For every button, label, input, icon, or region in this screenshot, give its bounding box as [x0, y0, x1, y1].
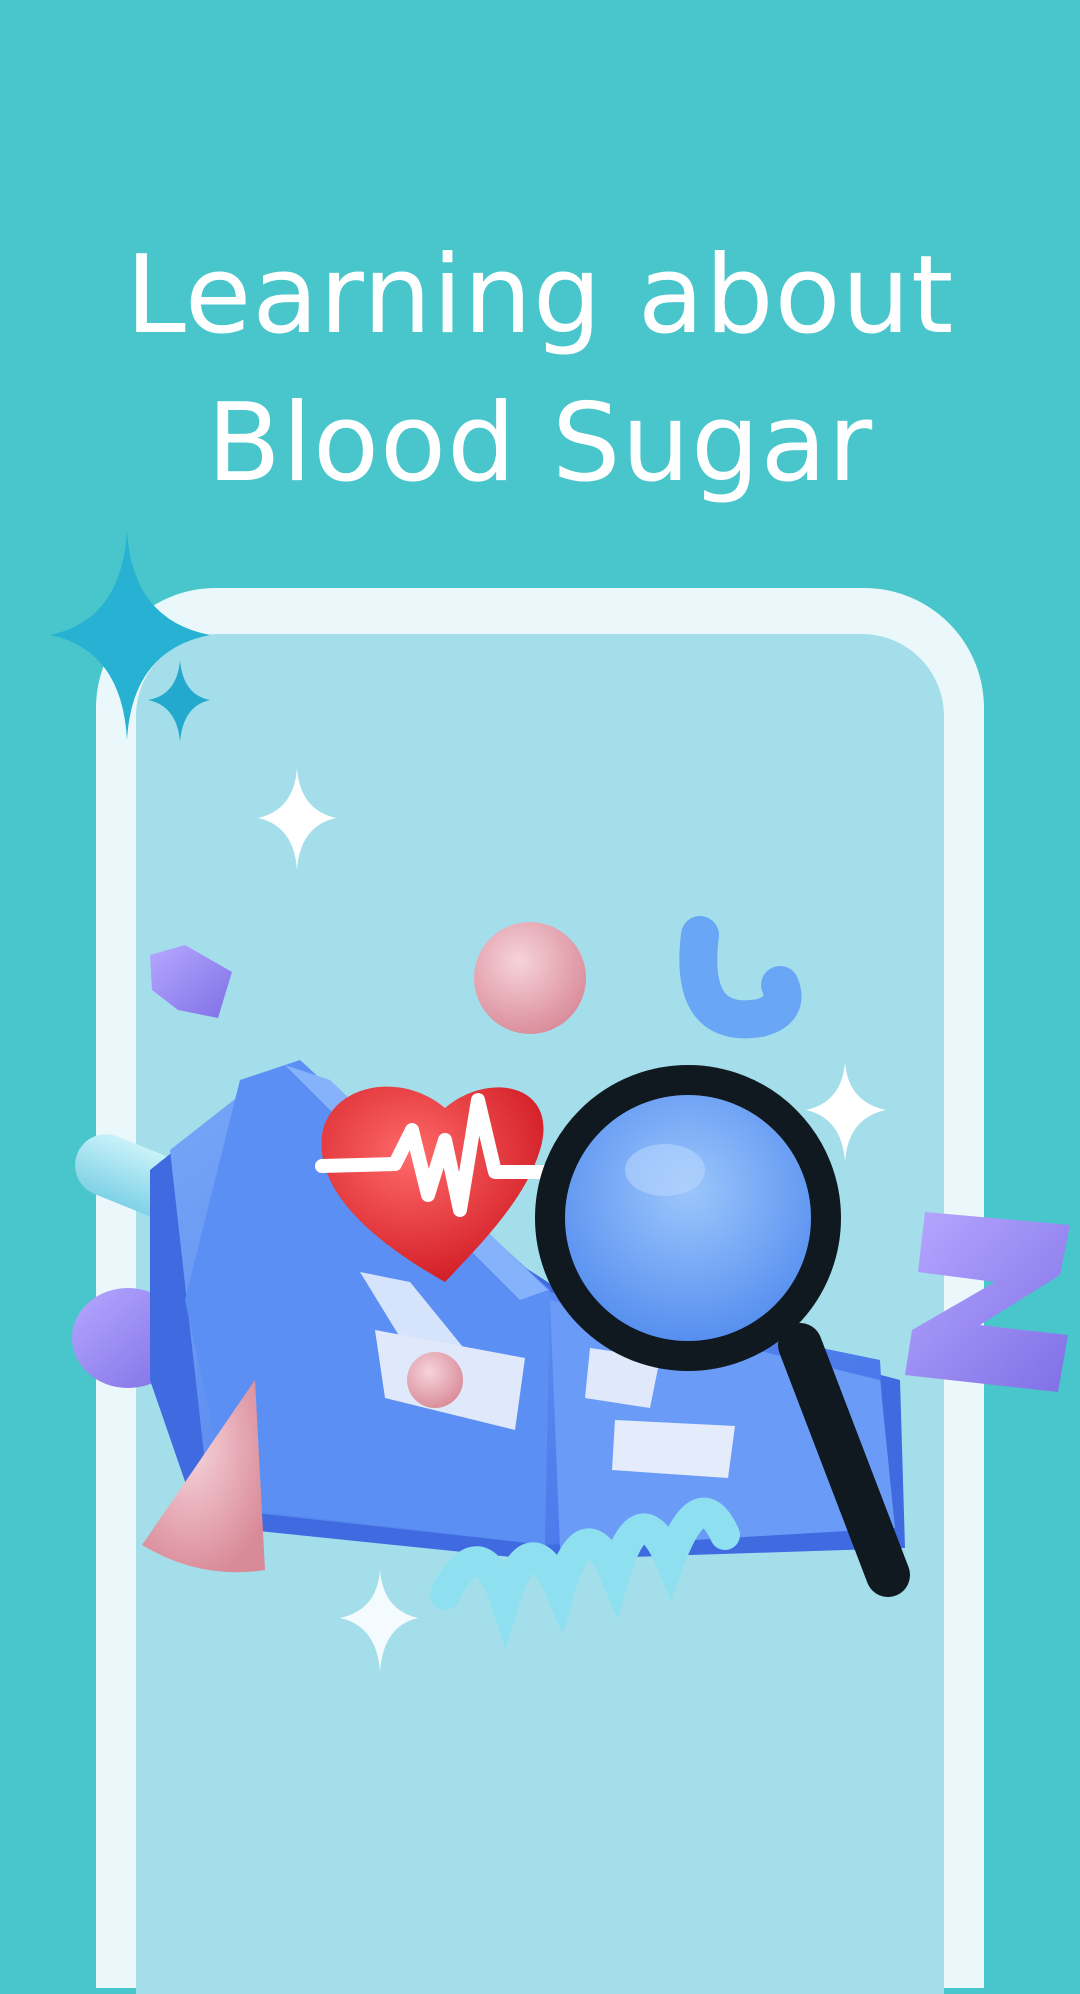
hero-illustration [50, 530, 1070, 1672]
sphere-shape [474, 922, 586, 1034]
sparkle-icon [340, 1570, 418, 1672]
cube-shape [150, 945, 232, 1018]
hook-shape [679, 916, 802, 1039]
sparkle-icon [148, 660, 210, 742]
sphere-shape [407, 1352, 463, 1408]
letter-z-shape [905, 1212, 1070, 1392]
sparkle-icon [258, 768, 336, 870]
